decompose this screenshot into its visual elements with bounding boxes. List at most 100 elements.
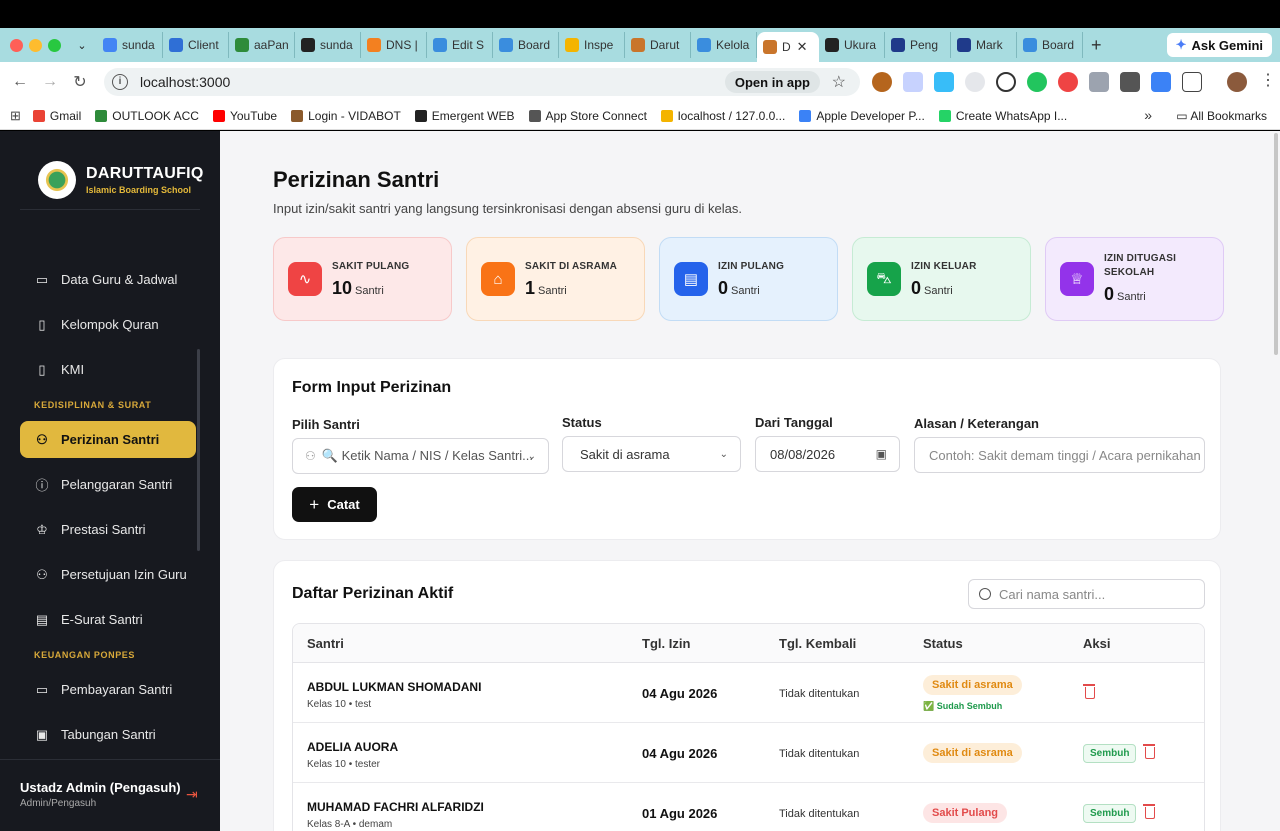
browser-tab[interactable]: Client [163,32,229,58]
tab-label: sunda [122,38,155,52]
main-scrollbar[interactable] [1274,133,1278,355]
trash-icon[interactable] [1083,684,1095,699]
sidebar-item-kelompok-quran[interactable]: ▯ Kelompok Quran [20,306,196,343]
extension-icon[interactable] [1027,72,1047,92]
date-label: Dari Tanggal [755,415,833,430]
browser-tab[interactable]: sunda [97,32,163,58]
browser-tab[interactable]: Board [1017,32,1083,58]
stat-unit: Santri [538,285,567,297]
search-input[interactable]: Cari nama santri... [968,579,1205,609]
all-bookmarks-label: All Bookmarks [1190,109,1267,123]
reason-label: Alasan / Keterangan [914,416,1039,431]
sidebar-item-e-surat-santri[interactable]: ▤ E-Surat Santri [20,601,196,638]
bookmark-item[interactable]: Gmail [32,109,81,123]
tab-list: sunda Client aaPan sunda DNS | Edit S Board Ins… [97,28,1083,62]
site-info-icon[interactable]: i [112,74,128,90]
reason-placeholder: Contoh: Sakit demam tinggi / Acara perni… [929,447,1201,463]
forward-arrow-icon[interactable]: → [35,73,65,91]
logout-icon[interactable]: ⇥ [186,786,198,803]
status-badge: Sakit Pulang [923,803,1008,823]
sembuh-button[interactable]: Sembuh [1083,744,1137,763]
bookmark-star-icon[interactable]: ☆ [832,72,846,92]
tab-label: sunda [320,38,353,52]
extension-icon[interactable] [934,72,954,92]
browser-tab[interactable]: aaPan [229,32,295,58]
back-arrow-icon[interactable]: ← [5,73,35,91]
browser-tab[interactable]: D ✕ [757,32,819,62]
open-in-app-button[interactable]: Open in app [724,71,820,93]
stat-number: 0 [911,278,922,298]
extension-icon[interactable] [1120,72,1140,92]
bookmark-item[interactable]: OUTLOOK ACC [95,109,199,123]
tab-label: Ukura [844,38,877,52]
close-window-button[interactable] [10,38,23,52]
extension-icon[interactable] [1058,72,1078,92]
sidebar-item-pelanggaran-santri[interactable]: ⓘ Pelanggaran Santri [20,466,196,503]
santri-select[interactable]: ⚇ 🔍 Ketik Nama / NIS / Kelas Santri... ⌄ [292,438,549,474]
new-tab-icon[interactable]: + [1091,35,1102,56]
bookmark-item[interactable]: Create WhatsApp I... [938,109,1067,123]
sidebar-item-persetujuan-izin-guru[interactable]: ⚇ Persetujuan Izin Guru [20,556,196,593]
extension-icon[interactable] [1151,72,1171,92]
sidebar-scrollbar[interactable] [197,349,200,551]
url-text[interactable]: localhost:3000 [140,74,230,90]
trash-icon[interactable] [1143,804,1155,819]
tab-favicon-icon [825,38,839,52]
maximize-window-button[interactable] [48,38,61,52]
browser-tab[interactable]: Ukura [819,32,885,58]
browser-tab[interactable]: sunda [295,32,361,58]
bookmark-item[interactable]: Login - VIDABOT [291,109,401,123]
stat-label: IZIN PULANG [718,261,785,272]
close-tab-icon[interactable]: ✕ [797,39,808,55]
bookmark-item[interactable]: Apple Developer P... [799,109,925,123]
brand-name: DARUTTAUFIQ [86,165,204,182]
user-name: Ustadz Admin (Pengasuh) [20,780,181,795]
profile-avatar[interactable] [1227,72,1247,92]
extension-icon[interactable] [996,72,1016,92]
sidebar-item-kmi[interactable]: ▯ KMI [20,351,196,388]
more-bookmarks-icon[interactable]: » [1144,107,1152,123]
browser-tab[interactable]: Darut [625,32,691,58]
status-select[interactable]: Sakit di asrama ⌄ [562,436,741,472]
bookmark-item[interactable]: Emergent WEB [414,109,515,123]
puzzle-extensions-icon[interactable] [1182,72,1202,92]
browser-tab[interactable]: Board [493,32,559,58]
sidebar-item-data-guru-jadwal[interactable]: ▭ Data Guru & Jadwal [20,261,196,298]
reload-icon[interactable]: ↻ [65,72,95,92]
browser-tab[interactable]: DNS | [361,32,427,58]
shield-extension-icon[interactable] [965,72,985,92]
browser-tab[interactable]: Inspe [559,32,625,58]
sidebar-item-tabungan-santri[interactable]: ▣ Tabungan Santri [20,716,196,753]
cookie-extension-icon[interactable] [872,72,892,92]
extension-icon[interactable] [903,72,923,92]
extension-icon[interactable] [1089,72,1109,92]
calendar-icon[interactable]: ▣ [876,447,887,461]
sidebar-item-label: Data Guru & Jadwal [61,272,178,287]
catat-button[interactable]: + Catat [292,487,377,522]
address-bar[interactable]: i localhost:3000 Open in app ☆ [104,68,860,96]
trash-icon[interactable] [1143,744,1155,759]
home-icon: ⌂ [481,262,515,296]
browser-tab[interactable]: Mark [951,32,1017,58]
ask-gemini-button[interactable]: ✦ Ask Gemini [1166,33,1272,57]
browser-menu-icon[interactable]: ⋮ [1258,72,1278,92]
sembuh-button[interactable]: Sembuh [1083,804,1137,823]
apps-grid-icon[interactable]: ⊞ [10,108,21,124]
brand[interactable]: DARUTTAUFIQ Islamic Boarding School [38,161,204,199]
browser-toolbar: ← → ↻ i localhost:3000 Open in app ☆ ⋮ [0,62,1280,102]
bookmark-item[interactable]: YouTube [212,109,277,123]
date-input[interactable]: 08/08/2026 ▣ [755,436,900,472]
tab-search-chevron-icon[interactable]: ⌄ [73,39,91,52]
sidebar-item-pembayaran-santri[interactable]: ▭ Pembayaran Santri [20,671,196,708]
catat-label: Catat [327,497,360,512]
bookmark-item[interactable]: App Store Connect [528,109,647,123]
bookmark-item[interactable]: localhost / 127.0.0... [660,109,785,123]
browser-tab[interactable]: Kelola [691,32,757,58]
browser-tab[interactable]: Edit S [427,32,493,58]
browser-tab[interactable]: Peng [885,32,951,58]
all-bookmarks-button[interactable]: ▭ All Bookmarks [1176,109,1267,123]
sidebar-item-perizinan-santri[interactable]: ⚇ Perizinan Santri [20,421,196,458]
reason-input[interactable]: Contoh: Sakit demam tinggi / Acara perni… [914,437,1205,473]
minimize-window-button[interactable] [29,38,42,52]
sidebar-item-prestasi-santri[interactable]: ♔ Prestasi Santri [20,511,196,548]
